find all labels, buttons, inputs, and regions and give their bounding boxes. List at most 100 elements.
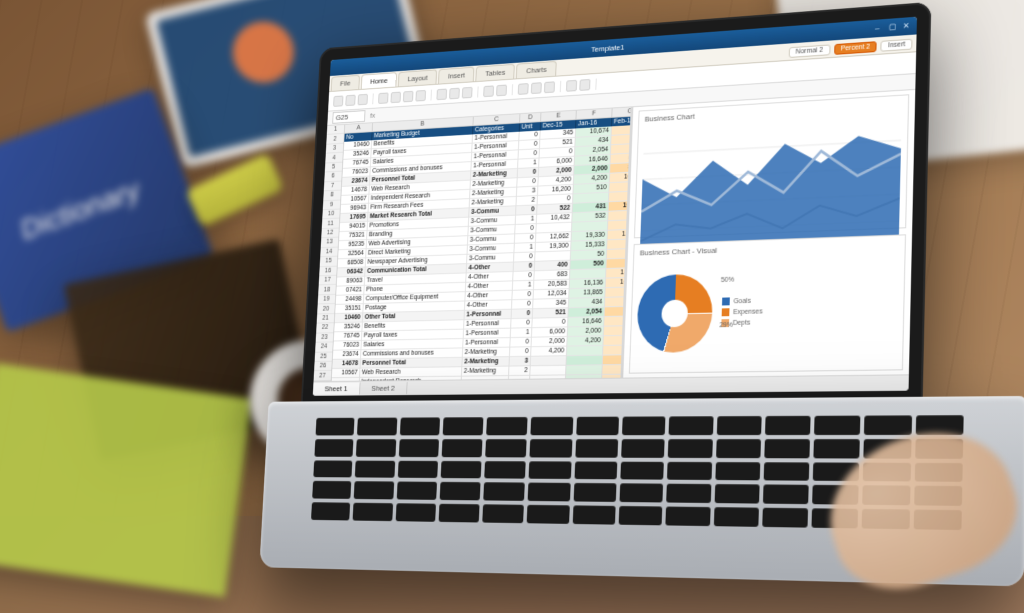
key[interactable] <box>530 439 572 457</box>
cell[interactable] <box>566 365 603 375</box>
row-number[interactable]: 23 <box>316 333 334 343</box>
row-number[interactable]: 16 <box>319 266 337 276</box>
cell[interactable]: 4,200 <box>531 347 567 357</box>
cell[interactable] <box>530 366 566 376</box>
key[interactable] <box>357 418 397 436</box>
key[interactable] <box>482 504 524 523</box>
currency-icon[interactable] <box>544 81 555 93</box>
row-number[interactable]: 17 <box>319 276 337 286</box>
filter-icon[interactable] <box>579 79 590 91</box>
cell[interactable]: 2-Marketing <box>462 367 510 377</box>
sort-icon[interactable] <box>566 79 577 91</box>
view-normal-button[interactable]: Normal 2 <box>789 44 830 58</box>
cell[interactable]: 14678 <box>332 359 361 369</box>
spreadsheet-area[interactable]: 1234567891011121314151617181920212223242… <box>314 107 631 381</box>
align-left-icon[interactable] <box>436 88 447 100</box>
key[interactable] <box>397 460 437 478</box>
fill-color-icon[interactable] <box>483 85 494 97</box>
view-insert-button[interactable]: Insert <box>881 39 913 52</box>
row-number[interactable]: 20 <box>317 304 335 314</box>
row-number[interactable]: 21 <box>317 314 335 324</box>
maximize-icon[interactable]: ▢ <box>889 22 899 33</box>
key[interactable] <box>621 439 665 458</box>
cell[interactable]: 0 <box>510 338 532 348</box>
sheet-tab-1[interactable]: Sheet 1 <box>313 382 360 394</box>
row-number[interactable]: 25 <box>315 352 333 362</box>
key[interactable] <box>814 439 861 458</box>
row-number[interactable]: 26 <box>314 362 332 372</box>
view-percent-button[interactable]: Percent 2 <box>834 41 877 55</box>
cell[interactable] <box>531 356 567 366</box>
row-number[interactable]: 24 <box>315 342 333 352</box>
key[interactable] <box>528 483 570 502</box>
key[interactable] <box>814 416 861 435</box>
key[interactable] <box>529 461 571 479</box>
key[interactable] <box>864 415 911 434</box>
align-center-icon[interactable] <box>449 87 460 99</box>
key[interactable] <box>354 482 394 500</box>
menu-tab-insert[interactable]: Insert <box>438 67 474 84</box>
borders-icon[interactable] <box>496 84 507 96</box>
cell-reference-box[interactable]: G25 <box>332 110 365 124</box>
key[interactable] <box>619 484 663 503</box>
key[interactable] <box>915 415 963 435</box>
key[interactable] <box>395 503 436 521</box>
key[interactable] <box>316 418 355 436</box>
percent-icon[interactable] <box>531 82 542 94</box>
font-color-icon[interactable] <box>415 90 426 102</box>
row-number[interactable]: 18 <box>318 285 336 295</box>
key[interactable] <box>355 460 395 478</box>
sheet-tab-2[interactable]: Sheet 2 <box>360 382 408 395</box>
cell[interactable]: 0 <box>511 319 533 329</box>
key[interactable] <box>531 417 573 435</box>
cell[interactable]: 10567 <box>332 369 361 379</box>
cell[interactable]: 76023 <box>333 341 362 351</box>
underline-icon[interactable] <box>403 90 414 102</box>
key[interactable] <box>484 461 526 479</box>
cut-icon[interactable] <box>345 94 355 105</box>
key[interactable] <box>396 482 437 500</box>
key[interactable] <box>441 461 482 479</box>
key[interactable] <box>400 417 440 435</box>
key[interactable] <box>666 507 711 526</box>
menu-tab-home[interactable]: Home <box>361 72 397 89</box>
cell[interactable]: 1 <box>511 328 533 338</box>
data-rows[interactable]: 10460Benefits1-Personnal034510,674154352… <box>331 125 630 387</box>
cell[interactable]: 2 <box>509 366 531 376</box>
bold-icon[interactable] <box>378 92 388 103</box>
cell[interactable]: 23674 <box>333 350 362 360</box>
menu-tab-layout[interactable]: Layout <box>398 69 437 86</box>
cell[interactable]: 0 <box>512 300 534 310</box>
cell[interactable] <box>567 346 604 356</box>
key[interactable] <box>715 462 760 481</box>
key[interactable] <box>575 439 618 457</box>
key[interactable] <box>667 461 711 480</box>
key[interactable] <box>311 502 350 520</box>
key[interactable] <box>485 439 527 457</box>
row-number[interactable]: 22 <box>316 323 334 333</box>
key[interactable] <box>716 416 761 435</box>
minimize-icon[interactable]: – <box>875 23 885 34</box>
key[interactable] <box>573 483 616 502</box>
key[interactable] <box>483 483 525 502</box>
key[interactable] <box>765 416 811 435</box>
cell[interactable] <box>566 356 603 366</box>
key[interactable] <box>486 417 528 435</box>
key[interactable] <box>312 481 351 499</box>
number-format-icon[interactable] <box>518 83 529 95</box>
menu-tab-charts[interactable]: Charts <box>516 61 556 79</box>
key[interactable] <box>313 460 352 478</box>
row-number[interactable]: 19 <box>318 295 336 305</box>
key[interactable] <box>763 485 809 505</box>
key[interactable] <box>716 439 761 458</box>
menu-tab-tables[interactable]: Tables <box>476 64 516 81</box>
key[interactable] <box>620 461 664 480</box>
key[interactable] <box>574 461 617 480</box>
key[interactable] <box>356 439 396 457</box>
key[interactable] <box>576 417 619 435</box>
italic-icon[interactable] <box>390 91 400 102</box>
key[interactable] <box>762 508 808 528</box>
key[interactable] <box>439 482 480 500</box>
key[interactable] <box>314 439 353 457</box>
key[interactable] <box>527 505 570 524</box>
